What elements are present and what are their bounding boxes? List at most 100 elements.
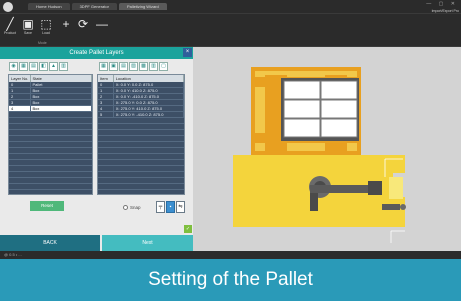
layer-no-cell: 1 (9, 88, 31, 93)
item-location-cell: X: 0.0 Y: 410.0 Z: 875.0 (114, 88, 184, 93)
reset-button[interactable]: Reset (30, 201, 64, 211)
import-export-label[interactable]: Import/Export Pro (432, 9, 459, 13)
layer-no-cell: 2 (9, 94, 31, 99)
load-button[interactable]: ⬚ Load (38, 17, 54, 35)
item-location-cell: X: 275.0 Y: 410.0 Z: 875.0 (114, 106, 184, 111)
tab-home[interactable]: Home Hudson (28, 3, 70, 10)
item-lock-icon[interactable]: ▥ (149, 62, 158, 71)
item-grid-icon[interactable]: ▦ (99, 62, 108, 71)
dialog-title: Create Pallet Layers (0, 47, 193, 59)
remove-button[interactable]: — (94, 17, 110, 31)
column-header-state[interactable]: State (31, 75, 92, 82)
minus-icon: — (96, 17, 108, 31)
box-0[interactable] (283, 80, 321, 100)
item-list-icon[interactable]: ▤ (119, 62, 128, 71)
product-button[interactable]: ╱ Product (2, 17, 18, 35)
robot-gripper (382, 204, 400, 210)
create-pallet-layers-dialog: Create Pallet Layers × ◉ ▦ ▤ ◧ ▲ ▥ ▦ ▣ ▤… (0, 47, 193, 251)
status-text: @ 0.5 • ... (4, 252, 22, 257)
snap-radio[interactable] (123, 205, 128, 210)
layer-state-cell: Box (31, 88, 92, 93)
layer-view-icon[interactable]: ◉ (9, 62, 18, 71)
layer-state-cell: Box (31, 94, 92, 99)
confirm-check-icon[interactable]: ✓ (184, 225, 192, 233)
empty-row (98, 190, 184, 194)
layer-add-icon[interactable]: ▦ (19, 62, 28, 71)
item-no-cell: 2 (98, 94, 114, 99)
item-toolbar: ▦ ▣ ▤ ▧ ▩ ▥ ▢ (99, 62, 168, 71)
items-table: Item Location 0 X: 0.0 Y: 0.0 Z: 875.0 1 X:… (97, 74, 185, 195)
scene-svg (193, 47, 461, 251)
folder-icon: ▣ (22, 17, 34, 31)
snap-option[interactable]: Snap (123, 205, 141, 210)
tab-palletizing-wizard[interactable]: Palletizing Wizard (118, 3, 167, 10)
toolbar: ╱ Product ▣ Save ⬚ Load + ⟳ — Mode (0, 14, 461, 47)
item-delete-icon[interactable]: ▢ (159, 62, 168, 71)
layer-up-icon[interactable]: ▲ (49, 62, 58, 71)
box-3[interactable] (320, 99, 358, 119)
plus-icon: + (62, 17, 70, 31)
rotate-button[interactable]: ⟳ (75, 17, 91, 31)
flip-icon[interactable]: ⇋ (176, 201, 185, 213)
items-table-header: Item Location (98, 75, 184, 82)
item-add-icon[interactable]: ▣ (109, 62, 118, 71)
box-4[interactable] (283, 118, 321, 138)
app-logo-icon (3, 2, 13, 12)
save-label: Save (24, 31, 32, 35)
next-button[interactable]: Next (102, 235, 193, 251)
align-icon[interactable]: ╤ (156, 201, 165, 213)
column-header-location[interactable]: Location (114, 75, 184, 82)
window-controls[interactable]: — ▢ ✕ (426, 1, 458, 7)
column-header-item[interactable]: Item (98, 75, 114, 82)
item-location-cell: X: 275.0 Y: 0.0 Z: 875.0 (114, 100, 184, 105)
layer-no-cell: 3 (9, 100, 31, 105)
empty-row (9, 190, 92, 194)
box-2[interactable] (283, 99, 321, 119)
tab-generator[interactable]: 3DPF Generator (71, 3, 117, 10)
snap-label: Snap (130, 205, 141, 210)
layers-table-body: 0 Pallet 1 Box 2 Box 3 Box 4 Box (9, 82, 92, 194)
box-1[interactable] (320, 80, 358, 100)
status-bar: @ 0.5 • ... (0, 251, 461, 259)
product-label: Product (3, 31, 17, 35)
table-notch (389, 177, 403, 199)
layer-move-icon[interactable]: ◧ (39, 62, 48, 71)
caption-banner: Setting of the Pallet (0, 259, 461, 301)
save-button[interactable]: ▣ Save (20, 17, 36, 35)
item-location-cell: X: 275.0 Y: -410.0 Z: 875.0 (114, 112, 184, 117)
back-button[interactable]: BACK (0, 235, 100, 251)
window-icon: ⬚ (40, 17, 52, 31)
layer-copy-icon[interactable]: ▤ (29, 62, 38, 71)
layer-no-cell: 0 (9, 82, 31, 87)
layers-table-header: Layer No. State (9, 75, 92, 82)
close-icon[interactable]: × (183, 48, 192, 57)
title-bar: Home Hudson 3DPF Generator Palletizing W… (0, 0, 461, 14)
item-no-cell: 5 (98, 112, 114, 117)
robot-column (310, 193, 318, 211)
layer-no-cell: 4 (9, 106, 31, 111)
layer-toolbar: ◉ ▦ ▤ ◧ ▲ ▥ (9, 62, 68, 71)
items-table-body: 0 X: 0.0 Y: 0.0 Z: 875.0 1 X: 0.0 Y: 410.0 … (98, 82, 184, 194)
item-edit-icon[interactable]: ▩ (139, 62, 148, 71)
box-grid (283, 80, 358, 138)
item-no-cell: 1 (98, 88, 114, 93)
toolbar-group-label: Mode (38, 41, 47, 45)
layer-delete-icon[interactable]: ▥ (59, 62, 68, 71)
layer-select-icon[interactable]: ▪ (166, 201, 175, 213)
3d-viewport[interactable] (193, 47, 461, 251)
box-5[interactable] (320, 118, 358, 138)
column-header-layer-no[interactable]: Layer No. (9, 75, 31, 82)
layer-state-cell: Box (31, 100, 92, 105)
layers-table: Layer No. State 0 Pallet 1 Box 2 Box 3 Box 4 Box (8, 74, 93, 195)
item-no-cell: 3 (98, 100, 114, 105)
item-location-cell: X: 0.0 Y: -410.0 Z: 875.0 (114, 94, 184, 99)
layer-state-cell: Box (31, 106, 92, 111)
robot-wrist (368, 181, 382, 195)
robot-arm-link (310, 185, 378, 193)
add-button[interactable]: + (58, 17, 74, 31)
load-label: Load (42, 31, 50, 35)
item-copy-icon[interactable]: ▧ (129, 62, 138, 71)
gripper-tip (400, 204, 406, 210)
rotate-icon: ⟳ (77, 17, 89, 31)
item-no-cell: 4 (98, 106, 114, 111)
